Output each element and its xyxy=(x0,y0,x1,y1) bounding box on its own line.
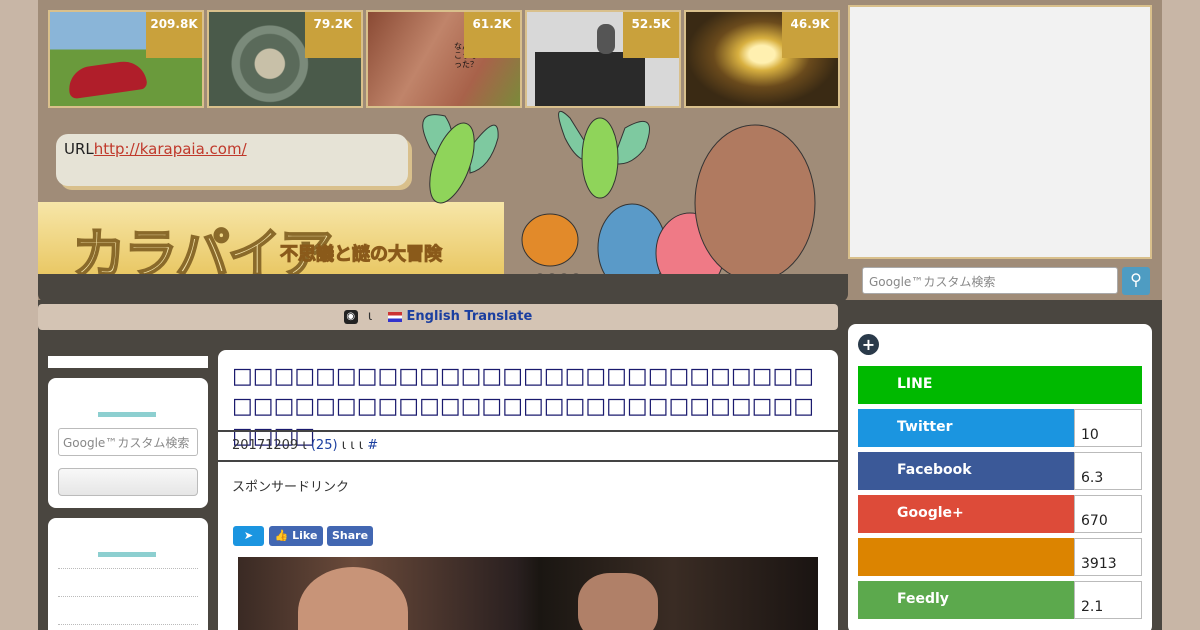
hash-link[interactable]: # xyxy=(367,438,378,453)
sponsored-link-label: スポンサードリンク xyxy=(232,480,350,495)
meta-separator: ι xyxy=(302,438,307,453)
left-search-widget: Google™カスタム検索 xyxy=(48,378,208,508)
translate-bar: ◉ ι English Translate xyxy=(38,304,838,330)
meta-divider xyxy=(218,460,838,462)
feedly-count: 2.1 xyxy=(1074,581,1142,619)
butterfly-mascot-icon xyxy=(422,114,499,204)
face-right-image xyxy=(578,573,658,630)
share-row-twitter[interactable]: Twitter 10 xyxy=(858,409,1142,447)
bookmark-count: 3913 xyxy=(1074,538,1142,576)
thumbs-up-icon: 👍 xyxy=(274,529,289,542)
search-button[interactable]: ⚲ xyxy=(1122,267,1150,295)
line-share-button[interactable]: LINE xyxy=(858,366,1142,404)
english-translate-link[interactable]: English Translate xyxy=(407,309,533,324)
facebook-share-button[interactable]: Facebook xyxy=(858,452,1074,490)
share-row-feedly[interactable]: Feedly 2.1 xyxy=(858,581,1142,619)
left-widget xyxy=(48,518,208,630)
thumbnail-5[interactable]: 46.9K xyxy=(684,10,840,108)
facebook-share-button[interactable]: Share xyxy=(327,526,373,546)
view-count-badge: 46.9K xyxy=(782,12,838,58)
left-search-input[interactable]: Google™カスタム検索 xyxy=(58,428,198,456)
share-row-hatena[interactable]: 3913 xyxy=(858,538,1142,576)
googleplus-share-button[interactable]: Google+ xyxy=(858,495,1074,533)
left-sidebar-strip xyxy=(48,356,208,368)
translate-separator: ι xyxy=(367,309,373,324)
list-divider xyxy=(58,596,198,597)
butterfly-mascot-2-icon xyxy=(558,110,650,199)
site-url-box: URLhttp://karapaia.com/ xyxy=(56,134,408,186)
facebook-like-button[interactable]: 👍 Like xyxy=(269,526,323,546)
thumbnail-4[interactable]: 52.5K xyxy=(525,10,681,108)
view-count-badge: 61.2K xyxy=(464,12,520,58)
thumbnail-3[interactable]: なんでこうなった？ 61.2K xyxy=(366,10,522,108)
search-icon: ⚲ xyxy=(1130,270,1142,289)
view-count-badge: 209.8K xyxy=(146,12,202,58)
uk-flag-icon xyxy=(388,311,403,322)
list-divider xyxy=(58,624,198,625)
bird-mascot-icon xyxy=(521,124,816,294)
face-left-image xyxy=(298,567,408,630)
bookmark-share-button[interactable] xyxy=(858,538,1074,576)
share-panel: + LINE Twitter 10 Facebook 6.3 Google+ 6… xyxy=(848,324,1152,630)
left-search-button[interactable] xyxy=(58,468,198,496)
header-bottom-bar xyxy=(38,274,848,302)
tweet-button[interactable]: ➤ xyxy=(233,526,264,546)
advertisement-box[interactable] xyxy=(848,5,1152,259)
share-label: Share xyxy=(331,529,369,542)
article-photo xyxy=(238,557,818,630)
widget-divider xyxy=(98,552,156,557)
url-label: URL xyxy=(64,140,94,158)
article-date: 20171209 xyxy=(232,438,299,453)
title-divider xyxy=(218,430,838,432)
search-input[interactable]: Google™カスタム検索 xyxy=(862,267,1118,294)
facebook-count: 6.3 xyxy=(1074,452,1142,490)
twitter-bird-icon: ➤ xyxy=(243,529,254,542)
site-url-link[interactable]: http://karapaia.com/ xyxy=(94,140,247,158)
article-card: □□□□□□□□□□□□□□□□□□□□□□□□□□□□□□□□□□□□□□□□… xyxy=(218,350,838,630)
article-meta: 20171209 ι (25) ι ι ι # xyxy=(232,438,378,453)
like-label: Like xyxy=(292,529,318,542)
widget-divider xyxy=(98,412,156,417)
comment-count-link[interactable]: (25) xyxy=(311,438,338,453)
twitter-count: 10 xyxy=(1074,409,1142,447)
twitter-share-button[interactable]: Twitter xyxy=(858,409,1074,447)
feedly-button[interactable]: Feedly xyxy=(858,581,1074,619)
googleplus-count: 670 xyxy=(1074,495,1142,533)
share-row-googleplus[interactable]: Google+ 670 xyxy=(858,495,1142,533)
share-row-line[interactable]: LINE xyxy=(858,366,1142,404)
globe-icon: ◉ xyxy=(343,309,358,324)
meta-tags: ι ι ι xyxy=(341,438,364,453)
thumbnail-2[interactable]: 79.2K xyxy=(207,10,363,108)
view-count-badge: 52.5K xyxy=(623,12,679,58)
list-divider xyxy=(58,568,198,569)
view-count-badge: 79.2K xyxy=(305,12,361,58)
mascot-illustration xyxy=(422,110,816,294)
plus-icon[interactable]: + xyxy=(858,334,879,355)
thumbnail-1[interactable]: 209.8K xyxy=(48,10,204,108)
share-row-facebook[interactable]: Facebook 6.3 xyxy=(858,452,1142,490)
